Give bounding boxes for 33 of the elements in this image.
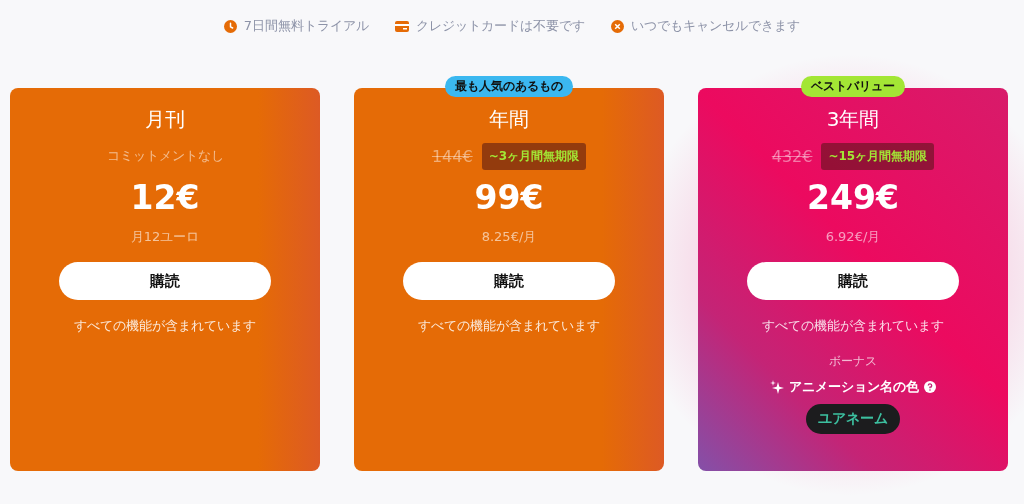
plan-title: 月刊 <box>145 106 185 133</box>
subscribe-button[interactable]: 購読 <box>403 262 615 300</box>
plan-price: 99€ <box>474 178 544 219</box>
bonus-title: ボーナス <box>829 353 877 370</box>
perk-label: クレジットカードは不要です <box>416 17 586 35</box>
plan-badge: 最も人気のあるもの <box>445 76 573 97</box>
perk-label: 7日間無料トライアル <box>243 17 370 35</box>
help-icon[interactable] <box>924 381 936 393</box>
discount-tag: ~3ヶ月間無期限 <box>481 142 587 170</box>
features-text: すべての機能が含まれています <box>762 317 944 335</box>
subscribe-button[interactable]: 購読 <box>59 262 271 300</box>
features-text: すべての機能が含まれています <box>74 317 256 335</box>
credit-card-icon <box>395 20 410 32</box>
plan-note: コミットメントなし <box>106 147 224 165</box>
old-price: 432€ <box>771 146 813 166</box>
plan-badge: ベストバリュー <box>801 76 905 97</box>
name-sample: ユアネーム <box>806 404 900 434</box>
features-text: すべての機能が含まれています <box>418 317 600 335</box>
plan-price: 249€ <box>807 178 899 219</box>
monthly-price: 月12ユーロ <box>130 228 200 246</box>
subscribe-button[interactable]: 購読 <box>747 262 959 300</box>
plan-title: 年間 <box>489 106 529 133</box>
plan-title: 3年間 <box>826 106 880 133</box>
close-icon <box>611 19 625 33</box>
sparkle-icon <box>770 380 784 394</box>
clock-icon <box>223 19 237 33</box>
plan-price: 12€ <box>130 178 200 219</box>
monthly-price: 8.25€/月 <box>481 228 537 246</box>
discount-tag: ~15ヶ月間無期限 <box>821 142 935 170</box>
perk-label: いつでもキャンセルできます <box>631 17 801 35</box>
old-price: 144€ <box>431 146 473 166</box>
bonus-perk: アニメーション名の色 <box>789 378 919 396</box>
monthly-price: 6.92€/月 <box>825 228 881 246</box>
